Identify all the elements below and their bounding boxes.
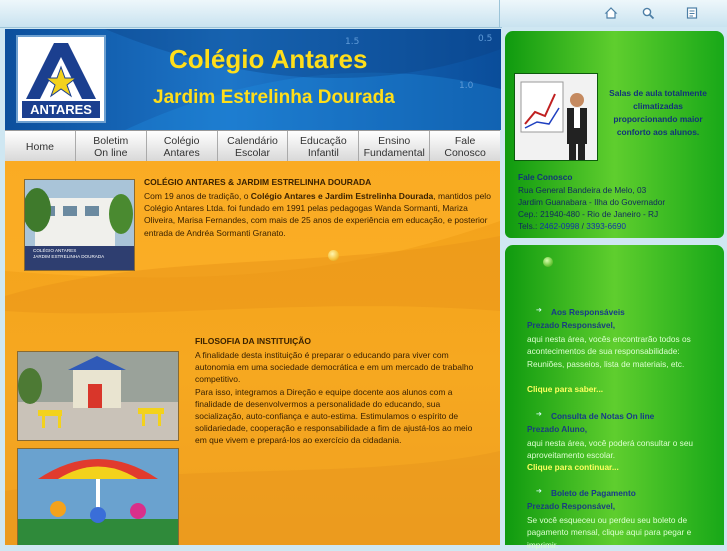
arrow-icon: ➔: [536, 487, 542, 495]
home-icon[interactable]: [604, 6, 618, 20]
phone-label: Tels.:: [518, 221, 540, 231]
document-icon[interactable]: [685, 6, 699, 20]
nav-calendario[interactable]: Calendário Escolar: [218, 131, 289, 162]
banner-number: 1.0: [459, 81, 474, 91]
main-nav: Home Boletim On line Colégio Antares Cal…: [5, 130, 500, 163]
site-subtitle: Jardim Estrelinha Dourada: [153, 87, 395, 108]
section1-text-a: Com 19 anos de tradição, o: [144, 191, 251, 201]
search-icon[interactable]: [641, 6, 655, 20]
sidebar-item-text: aqui nesta área, você poderá consultar o…: [527, 438, 694, 461]
sidebar-item-text: aqui nesta área, vocês encontrarão todos…: [527, 334, 691, 369]
sidebar-item-greeting: Prezado Aluno,: [527, 424, 588, 434]
playground-photo: [17, 351, 179, 441]
panel-divider-bullet: [543, 257, 553, 267]
right-column: Salas de aula totalmente climatizadas pr…: [502, 27, 727, 550]
arrow-icon: ➔: [536, 410, 542, 418]
nav-home[interactable]: Home: [5, 131, 76, 162]
contact-title[interactable]: Fale Conosco: [518, 172, 572, 182]
section-divider-bullet: [328, 250, 339, 261]
section2-title: FILOSOFIA DA INSTITUIÇÃO: [195, 336, 312, 346]
nav-fale-conosco[interactable]: Fale Conosco: [430, 131, 500, 162]
teacher-photo: [514, 73, 598, 161]
section1-text-bold: Colégio Antares e Jardim Estrelinha Dour…: [250, 191, 434, 201]
phone-2[interactable]: 3393-6690: [586, 221, 626, 231]
sidebar-item-greeting: Prezado Responsável,: [527, 501, 616, 511]
toolbar-separator: [499, 0, 500, 27]
sidebar-item-title[interactable]: Consulta de Notas On line: [551, 411, 654, 421]
logo-text: ANTARES: [30, 102, 92, 117]
promo-text: Salas de aula totalmente climatizadas pr…: [609, 88, 707, 137]
phone-1[interactable]: 2462-0998: [540, 221, 580, 231]
contact-address-3: Cep.: 21940-480 - Rio de Janeiro - RJ: [518, 209, 659, 219]
arrow-icon: ➔: [536, 306, 542, 314]
section1-text: Com 19 anos de tradição, o Colégio Antar…: [144, 190, 499, 239]
sidebar-item-link[interactable]: Clique para continuar...: [527, 462, 619, 472]
section1-title: COLÉGIO ANTARES & JARDIM ESTRELINHA DOUR…: [144, 177, 372, 187]
contact-address-1: Rua General Bandeira de Melo, 03: [518, 185, 647, 195]
site-title: Colégio Antares: [169, 44, 368, 74]
services-panel: ➔ Aos Responsáveis Prezado Responsável, …: [505, 245, 724, 550]
main-content: COLÉGIO ANTARES JARDIM ESTRELINHA DOURAD…: [5, 161, 500, 545]
sidebar-item-greeting: Prezado Responsável,: [527, 320, 616, 330]
contact-phones: Tels.: 2462-0998 / 3393-6690: [518, 220, 626, 232]
section2-text: A finalidade desta instituição é prepara…: [195, 350, 474, 446]
sidebar-item-title[interactable]: Aos Responsáveis: [551, 307, 625, 317]
nav-ensino-fundamental[interactable]: Ensino Fundamental: [359, 131, 431, 162]
sidebar-item-title[interactable]: Boleto de Pagamento: [551, 488, 636, 498]
contact-panel: Salas de aula totalmente climatizadas pr…: [505, 31, 724, 238]
school-building-photo: COLÉGIO ANTARES JARDIM ESTRELINHA DOURAD…: [24, 179, 135, 271]
antares-logo[interactable]: ANTARES: [16, 35, 106, 123]
top-toolbar: [0, 0, 727, 28]
nav-educacao-infantil[interactable]: Educação Infantil: [288, 131, 360, 162]
photo-sign: COLÉGIO ANTARES JARDIM ESTRELINHA DOURAD…: [33, 248, 105, 259]
banner-number: 0.5: [478, 34, 493, 44]
header-banner: 1.5 1.0 0.5 ANTARES Colégio Antares Jard…: [5, 29, 501, 130]
contact-address-2: Jardim Guanabara - Ilha do Governador: [518, 197, 666, 207]
nav-boletim[interactable]: Boletim On line: [76, 131, 147, 162]
nav-colegio[interactable]: Colégio Antares: [147, 131, 218, 162]
carousel-photo: [17, 448, 179, 545]
sidebar-item-text: Se você esqueceu ou perdeu seu boleto de…: [527, 515, 692, 550]
sidebar-item-link[interactable]: Clique para saber...: [527, 384, 603, 394]
